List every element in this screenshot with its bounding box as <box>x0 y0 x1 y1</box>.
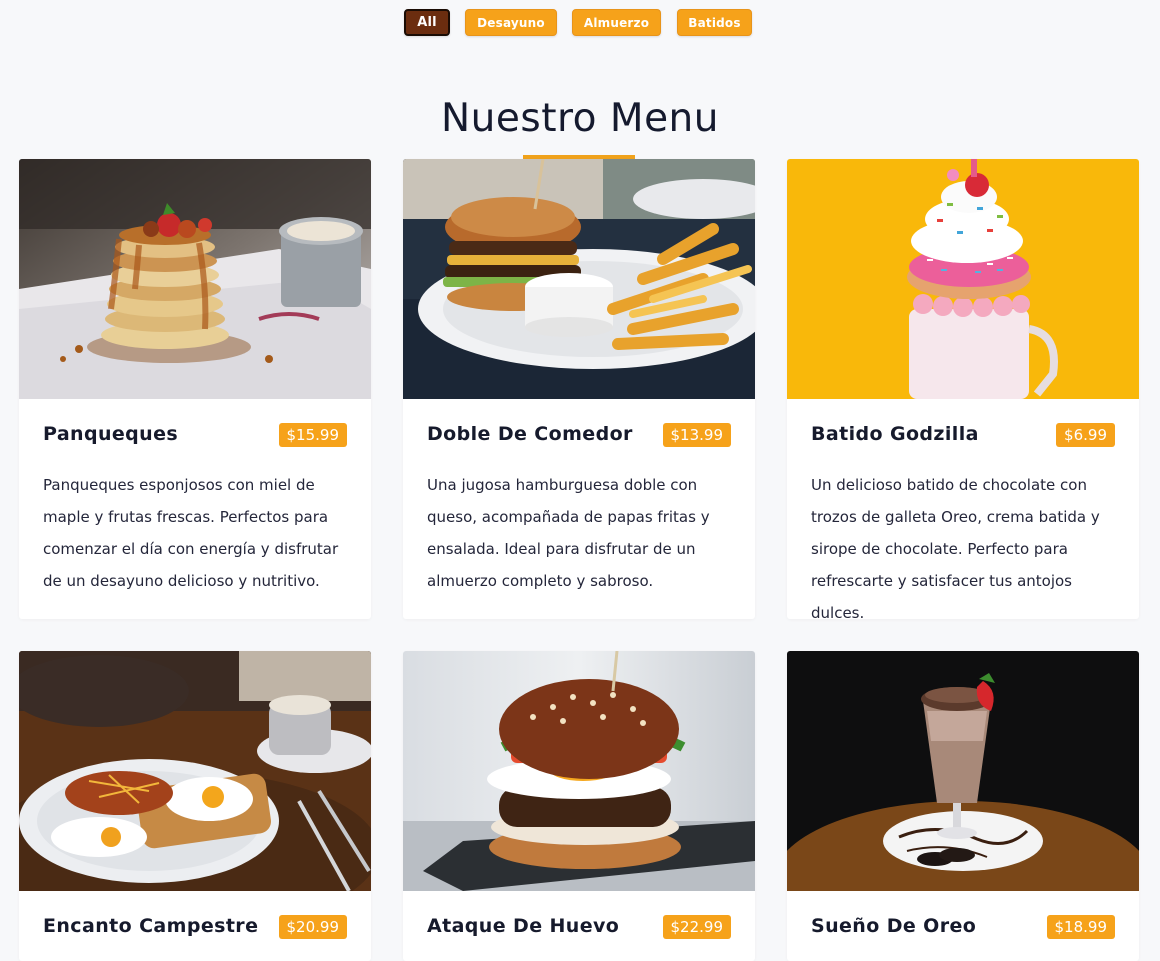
menu-card[interactable]: Sueño De Oreo $18.99 <box>787 651 1139 961</box>
egg-burger-photo <box>403 651 755 891</box>
price-badge: $15.99 <box>278 423 347 447</box>
item-description: Panqueques esponjosos con miel de maple … <box>43 476 339 590</box>
price-badge: $13.99 <box>662 423 731 447</box>
filter-batidos-button[interactable]: Batidos <box>677 9 752 36</box>
item-description: Un delicioso batido de chocolate con tro… <box>811 476 1100 619</box>
menu-card[interactable]: Panqueques $15.99 Panqueques esponjosos … <box>19 159 371 619</box>
item-name: Ataque De Huevo <box>427 915 620 937</box>
category-filter-bar: All Desayuno Almuerzo Batidos <box>0 9 1160 37</box>
filter-almuerzo-button[interactable]: Almuerzo <box>572 9 661 36</box>
menu-card[interactable]: Encanto Campestre $20.99 <box>19 651 371 961</box>
menu-section-title: Nuestro Menu <box>440 96 719 141</box>
item-description: Una jugosa hamburguesa doble con queso, … <box>427 476 710 590</box>
menu-card[interactable]: Batido Godzilla $6.99 Un delicioso batid… <box>787 159 1139 619</box>
price-badge: $18.99 <box>1046 915 1115 939</box>
item-name: Sueño De Oreo <box>811 915 977 937</box>
price-badge: $6.99 <box>1056 423 1115 447</box>
item-name: Doble De Comedor <box>427 423 633 445</box>
price-badge: $22.99 <box>662 915 731 939</box>
filter-desayuno-button[interactable]: Desayuno <box>465 9 557 36</box>
item-name: Encanto Campestre <box>43 915 259 937</box>
item-name: Batido Godzilla <box>811 423 979 445</box>
pancake-stack-photo <box>19 159 371 399</box>
menu-card[interactable]: Ataque De Huevo $22.99 <box>403 651 755 961</box>
filter-all-button[interactable]: All <box>404 9 450 36</box>
country-breakfast-photo <box>19 651 371 891</box>
freakshake-photo <box>787 159 1139 399</box>
price-badge: $20.99 <box>278 915 347 939</box>
menu-card[interactable]: Doble De Comedor $13.99 Una jugosa hambu… <box>403 159 755 619</box>
item-name: Panqueques <box>43 423 179 445</box>
oreo-shake-photo <box>787 651 1139 891</box>
burger-fries-photo <box>403 159 755 399</box>
